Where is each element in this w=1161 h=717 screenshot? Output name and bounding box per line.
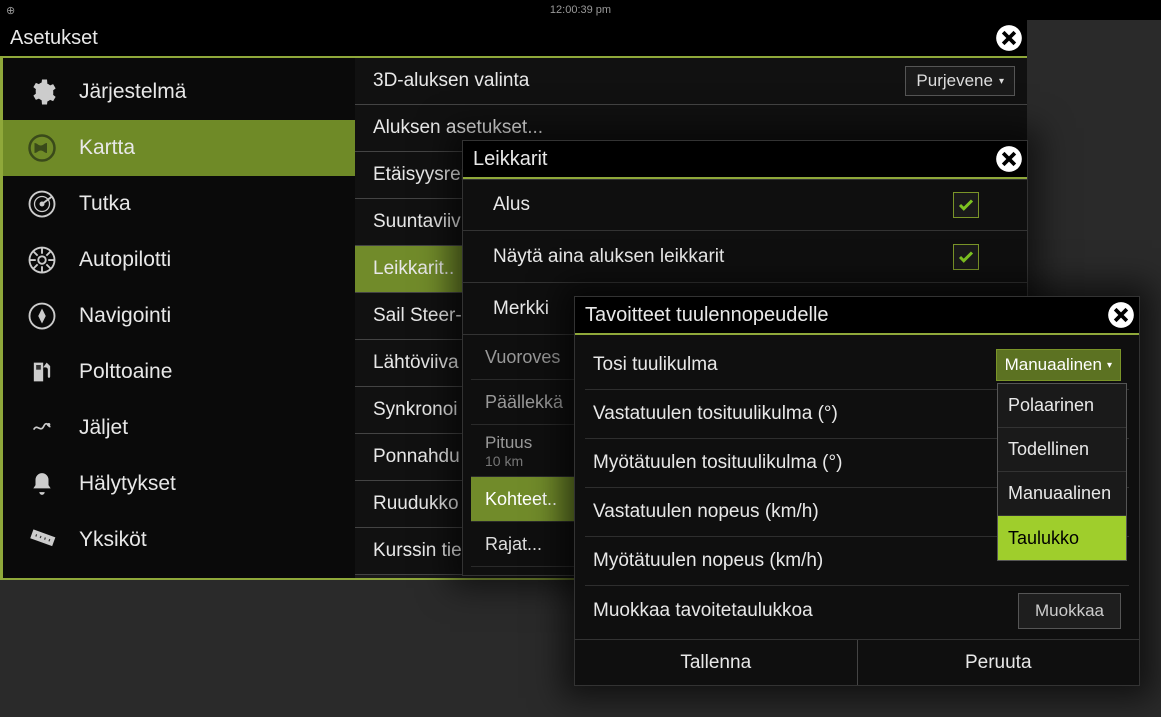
- check-icon: [957, 248, 975, 266]
- close-button[interactable]: [991, 142, 1027, 176]
- sidebar-item-label: Jäljet: [79, 416, 128, 440]
- sidebar-item-label: Hälytykset: [79, 472, 176, 496]
- bell-icon: [25, 467, 59, 501]
- sidebar-item-navigation[interactable]: Navigointi: [3, 288, 355, 344]
- sidebar-item-autopilot[interactable]: Autopilotti: [3, 232, 355, 288]
- close-icon: [995, 24, 1023, 52]
- sidebar-item-label: Kartta: [79, 136, 135, 160]
- menu-item-table[interactable]: Taulukko: [998, 516, 1126, 560]
- targets-footer: Tallenna Peruuta: [575, 639, 1139, 685]
- checkbox[interactable]: [953, 244, 979, 270]
- laylines-header: Leikkarit: [463, 141, 1027, 179]
- chevron-down-icon: ▾: [1107, 360, 1112, 371]
- laylines-title: Leikkarit: [473, 148, 547, 171]
- close-icon: [1107, 301, 1135, 329]
- tracks-icon: [25, 411, 59, 445]
- settings-header: Asetukset: [0, 20, 1027, 58]
- settings-title: Asetukset: [10, 27, 98, 50]
- menu-item-manual[interactable]: Manuaalinen: [998, 472, 1126, 516]
- compass-icon: [25, 299, 59, 333]
- status-bar: ⊕ 12:00:39 pm: [0, 0, 1161, 20]
- targets-header: Tavoitteet tuulennopeudelle: [575, 297, 1139, 335]
- close-button[interactable]: [991, 21, 1027, 55]
- sidebar-item-units[interactable]: Yksiköt: [3, 512, 355, 568]
- sidebar-item-label: Autopilotti: [79, 248, 171, 272]
- globe-icon: ⊕: [6, 4, 15, 17]
- sidebar-item-label: Tutka: [79, 192, 131, 216]
- checkbox[interactable]: [953, 192, 979, 218]
- cancel-button[interactable]: Peruuta: [858, 640, 1140, 685]
- sidebar-item-tracks[interactable]: Jäljet: [3, 400, 355, 456]
- sidebar-item-label: Yksiköt: [79, 528, 147, 552]
- globe-chart-icon: [25, 131, 59, 165]
- gear-icon: [25, 75, 59, 109]
- close-button[interactable]: [1103, 298, 1139, 332]
- sidebar-item-chart[interactable]: Kartta: [3, 120, 355, 176]
- sidebar-item-fuel[interactable]: Polttoaine: [3, 344, 355, 400]
- check-vessel[interactable]: Alus: [463, 179, 1027, 231]
- twa-dropdown[interactable]: Manuaalinen▾: [996, 349, 1121, 381]
- targets-title: Tavoitteet tuulennopeudelle: [585, 304, 829, 327]
- fuel-icon: [25, 355, 59, 389]
- chevron-down-icon: ▾: [999, 76, 1004, 87]
- sidebar-item-label: Polttoaine: [79, 360, 172, 384]
- sidebar-item-alarms[interactable]: Hälytykset: [3, 456, 355, 512]
- menu-item-actual[interactable]: Todellinen: [998, 428, 1126, 472]
- twa-menu: Polaarinen Todellinen Manuaalinen Tauluk…: [997, 383, 1127, 561]
- check-always-show[interactable]: Näytä aina aluksen leikkarit: [463, 231, 1027, 283]
- close-icon: [995, 145, 1023, 173]
- wheel-icon: [25, 243, 59, 277]
- vessel-dropdown[interactable]: Purjevene▾: [905, 66, 1015, 96]
- row-edit-table: Muokkaa tavoitetaulukkoa Muokkaa: [585, 586, 1129, 635]
- sidebar-item-label: Navigointi: [79, 304, 171, 328]
- edit-button[interactable]: Muokkaa: [1018, 593, 1121, 629]
- sidebar-item-radar[interactable]: Tutka: [3, 176, 355, 232]
- menu-item-polar[interactable]: Polaarinen: [998, 384, 1126, 428]
- check-icon: [957, 196, 975, 214]
- sidebar-item-system[interactable]: Järjestelmä: [3, 64, 355, 120]
- radar-icon: [25, 187, 59, 221]
- settings-sidebar: Järjestelmä Kartta Tutka Autopilotti Nav…: [0, 58, 355, 578]
- ruler-icon: [25, 523, 59, 557]
- row-label: 3D-aluksen valinta: [373, 70, 529, 92]
- sidebar-item-label: Järjestelmä: [79, 80, 186, 104]
- clock: 12:00:39 pm: [550, 4, 611, 16]
- row-3d-vessel[interactable]: 3D-aluksen valinta Purjevene▾: [355, 58, 1027, 105]
- save-button[interactable]: Tallenna: [575, 640, 858, 685]
